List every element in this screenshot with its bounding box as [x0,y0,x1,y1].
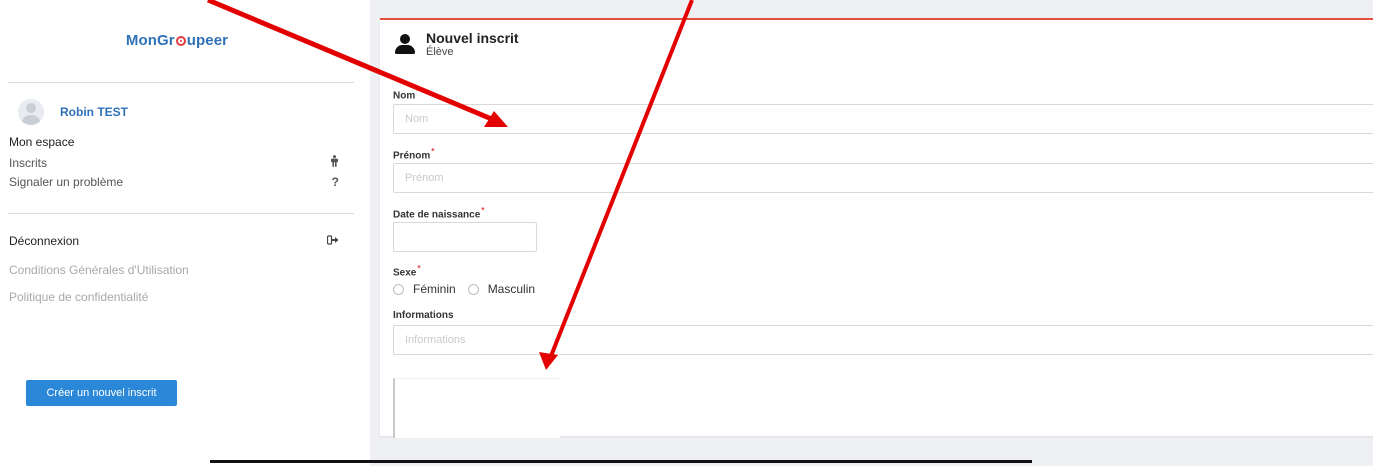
feminin-radio[interactable] [393,283,404,295]
sidebar-item-inscrits[interactable]: Inscrits [9,155,339,170]
user-block[interactable]: Robin TEST [18,99,128,125]
logo-text-end: upeer [186,32,229,49]
question-icon: ? [331,175,339,189]
section-title: Mon espace [9,135,75,149]
nom-input[interactable] [393,104,1373,134]
create-inscrit-button[interactable]: Créer un nouvel inscrit [26,380,177,406]
card-header: Nouvel inscrit Élève [394,30,519,58]
sexe-label: Sexe* [393,264,421,279]
date-label: Date de naissance* [393,206,485,221]
logo-text-start: MonGr [125,32,175,49]
sidebar-divider [8,213,354,214]
user-icon [394,33,416,55]
form-title: Nouvel inscrit [426,30,519,46]
target-logo-icon [175,36,186,46]
form-subtitle: Élève [426,46,454,58]
bottom-border [210,460,1032,463]
screen: MonGr upeer Robin TEST Mon espace Inscrit… [0,0,1373,466]
info-label: Informations [393,310,454,321]
app-logo[interactable]: MonGr upeer [0,32,354,49]
date-input[interactable] [393,222,537,252]
cgu-link[interactable]: Conditions Générales d'Utilisation [9,263,189,277]
privacy-link[interactable]: Politique de confidentialité [9,290,148,304]
person-standing-icon [330,155,339,170]
sidebar-item-label: Signaler un problème [9,175,124,189]
sidebar-divider [8,82,354,83]
sidebar-item-label: Inscrits [9,155,48,170]
masculin-label: Masculin [487,282,536,296]
sexe-radio-group: Féminin Masculin [393,282,547,296]
prenom-input[interactable] [393,163,1373,193]
sidebar-item-signaler[interactable]: Signaler un problème ? [9,175,339,189]
prenom-label: Prénom* [393,147,435,162]
masculin-radio[interactable] [467,283,479,295]
submit-area [393,378,560,438]
feminin-label: Féminin [413,282,456,296]
avatar-icon [18,99,44,125]
logout-label: Déconnexion [9,234,80,248]
sign-out-icon [326,234,339,248]
form-card: Nouvel inscrit Élève Nom* Prénom* Date d… [380,18,1373,438]
info-input[interactable] [393,325,1373,355]
nom-label: Nom* [393,87,420,102]
user-name: Robin TEST [60,105,128,119]
logout-item[interactable]: Déconnexion [9,234,339,248]
